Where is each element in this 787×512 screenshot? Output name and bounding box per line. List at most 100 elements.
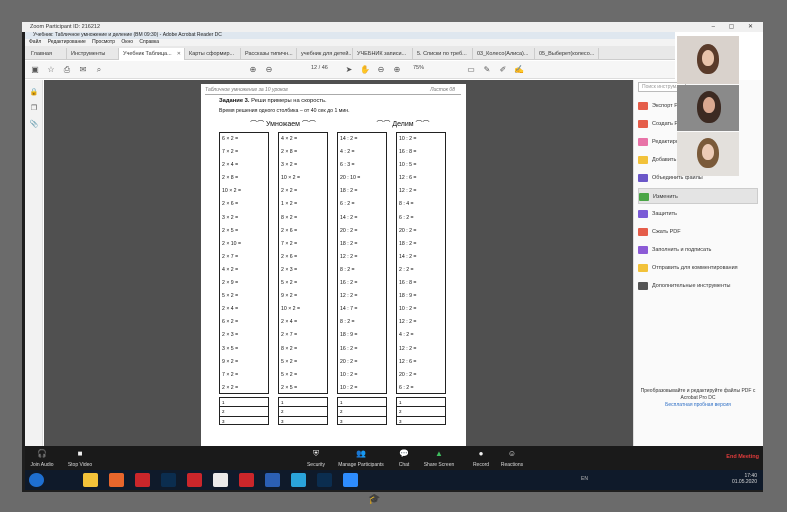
hand-tool-icon[interactable]: ✋ [359,64,371,76]
file-explorer-icon[interactable] [83,473,98,487]
record-button[interactable]: ● Record [471,448,491,468]
attachment-icon[interactable]: 📎 [29,120,39,130]
zoom-in-icon[interactable]: ⊕ [391,64,403,76]
pen-icon[interactable]: ✎ [481,64,493,76]
menu-help[interactable]: Справка [139,39,159,45]
shared-screen: Учебник: Табличное умножение и деление (… [25,32,763,446]
menu-file[interactable]: Файл [29,39,41,45]
save-icon[interactable]: ▣ [29,64,41,76]
example-cell: 18 : 2 = [399,240,417,247]
acrobat-tab-bar: Главная Инструменты Учебник Таблица... ✕ … [25,46,675,60]
example-cell: 6 × 2 = [222,136,239,142]
example-cell: 6 : 2 = [399,384,414,391]
tab-home[interactable]: Главная [27,48,67,60]
print-icon[interactable]: ⎙ [61,64,73,76]
tool-fill-sign[interactable]: Заполнить и подписать [638,242,758,258]
example-cell: 2 × 10 = [222,240,242,247]
example-cell: 12 : 2 = [399,345,417,352]
example-cell: 3 × 2 = [222,214,239,221]
tray-language[interactable]: EN [581,476,588,482]
page-total: / 46 [318,65,328,71]
promo-link[interactable]: Бесплатная пробная версия [638,402,758,409]
tab-doc-8[interactable]: 05_Выберет(колесо... [535,48,599,60]
acrobat-reader-icon[interactable] [239,473,254,487]
chat-icon: 💬 [399,449,409,458]
menu-window[interactable]: Окно [121,39,133,45]
comment-icon[interactable]: ▭ [465,64,477,76]
window-controls[interactable]: – ▢ ✕ [712,22,759,32]
participant-video-1[interactable] [677,36,739,84]
example-cell: 2 × 9 = [222,280,239,287]
page-down-icon[interactable]: ⊖ [263,64,275,76]
pages-icon[interactable]: ❐ [29,104,39,114]
tool-more[interactable]: Дополнительные инструменты [638,278,758,294]
example-cell: 20 : 2 = [399,227,417,234]
menu-view[interactable]: Просмотр [92,39,115,45]
join-audio-button[interactable]: 🎧 Join Audio [29,448,55,468]
zoom-level[interactable]: 75% [413,65,424,71]
reactions-button[interactable]: ☺ Reactions [499,448,525,468]
end-meeting-button[interactable]: End Meeting [726,454,759,460]
example-cell: 10 : 2 = [399,306,417,313]
sign-icon[interactable]: ✍ [513,64,525,76]
page-indicator[interactable]: 12 / 46 [311,65,328,71]
tab-doc-7[interactable]: 03_Колесо(Алиса)... [473,48,535,60]
stop-video-button[interactable]: ■ Stop Video [65,448,95,468]
tray-clock[interactable]: 17:40 01.05.2020 [732,473,757,485]
close-tab-icon[interactable]: ✕ [177,48,181,60]
participant-face [702,144,714,160]
zoom-out-icon[interactable]: ⊖ [375,64,387,76]
example-cell: 2 × 5 = [222,227,239,234]
participant-face [703,97,715,113]
people-icon: 👥 [356,449,366,458]
acrobat-icon[interactable] [187,473,202,487]
page-up-icon[interactable]: ⊕ [247,64,259,76]
security-button[interactable]: ⛨ Security [305,448,327,468]
tab-tools[interactable]: Инструменты [67,48,119,60]
chrome-icon[interactable] [213,473,228,487]
search-icon[interactable]: ⌕ [93,64,105,76]
send-comment-icon [638,263,648,272]
bookmark-star-icon[interactable]: ☆ [45,64,57,76]
opera-icon[interactable] [135,473,150,487]
control-label: Chat [398,462,410,468]
left-nav-panel: 🔒 ❐ 📎 [25,80,43,446]
page-current[interactable]: 12 [311,65,317,71]
tool-protect[interactable]: Защитить [638,206,758,222]
tab-doc-2[interactable]: Карты сформир... [185,48,241,60]
example-cell: 2 × 4 = [222,306,239,313]
lock-icon[interactable]: 🔒 [29,88,39,98]
divide-column-1: 14 : 2 = 4 : 2 = 6 : 3 = 20 : 10 = 18 : 2 = 6… [337,132,387,394]
tool-compress-pdf[interactable]: Сжать PDF [638,224,758,240]
select-cursor-icon[interactable]: ➤ [343,64,355,76]
tab-document-active[interactable]: Учебник Таблица... ✕ [119,48,185,60]
firefox-icon[interactable] [109,473,124,487]
tab-doc-5[interactable]: УЧЕБНИК записи... [353,48,413,60]
photoshop-2-icon[interactable] [317,473,332,487]
example-cell: 10 : 2 = [340,384,358,391]
participant-video-2[interactable] [677,85,739,131]
acrobat-toolbar: ▣ ☆ ⎙ ✉ ⌕ ⊕ ⊖ 12 / 46 ➤ ✋ ⊖ ⊕ 75% ▭ ✎ ✐ … [25,61,675,79]
tool-organize[interactable]: Изменить [638,188,758,204]
participant-video-3[interactable] [677,132,739,176]
photoshop-icon[interactable] [161,473,176,487]
answer-row: 1 [279,398,327,408]
zoom-app-icon[interactable] [343,473,358,487]
word-icon[interactable] [265,473,280,487]
example-cell: 2 × 4 = [281,319,298,326]
email-icon[interactable]: ✉ [77,64,89,76]
telegram-icon[interactable] [291,473,306,487]
start-button-icon[interactable] [29,473,44,487]
menu-edit[interactable]: Редактирование [48,39,86,45]
edit-pdf-icon [638,137,648,146]
highlight-icon[interactable]: ✐ [497,64,509,76]
tool-label: Изменить [653,194,678,200]
tab-doc-3[interactable]: Рассказы типичн... [241,48,297,60]
manage-participants-button[interactable]: 👥 Manage Participants [335,448,387,468]
share-screen-button[interactable]: ▲ Share Screen [423,448,455,468]
tab-doc-6[interactable]: 5. Списки по треб... [413,48,473,60]
tab-doc-4[interactable]: учебник для детей... [297,48,353,60]
zoom-control-bar: 🎧 Join Audio ■ Stop Video ⛨ Security 👥 Manag… [25,446,763,470]
chat-button[interactable]: 💬 Chat [395,448,413,468]
tool-send-comment[interactable]: Отправить для комментирования [638,260,758,276]
